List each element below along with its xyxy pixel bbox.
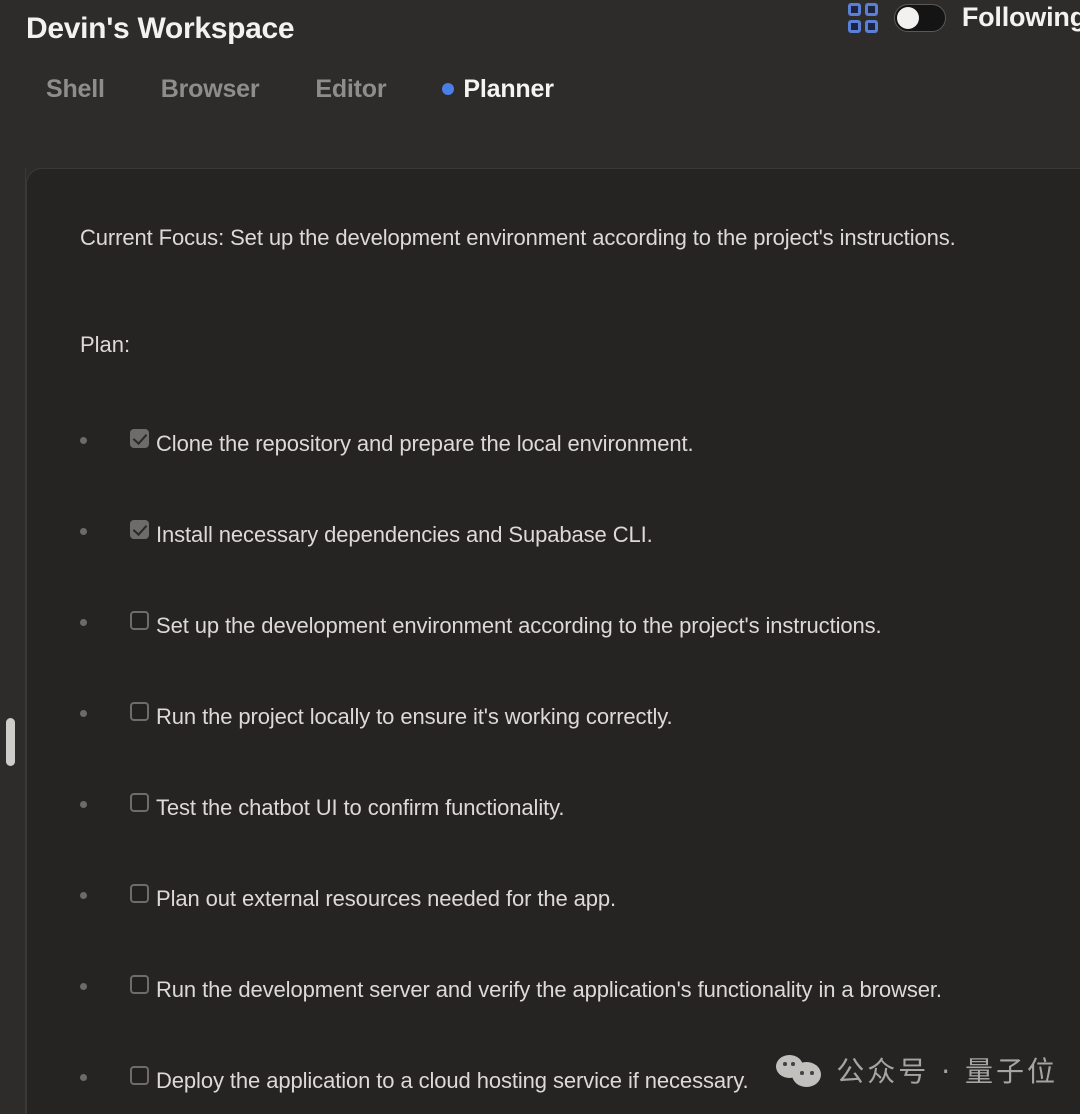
task-label: Clone the repository and prepare the loc…	[156, 431, 694, 456]
bullet-icon	[80, 1074, 87, 1081]
list-item[interactable]: Plan out external resources needed for t…	[80, 878, 1060, 920]
following-label: Following	[961, 2, 1080, 32]
grid-cell	[864, 2, 878, 16]
task-label: Run the project locally to ensure it's w…	[156, 704, 673, 729]
tab-label: Editor	[315, 74, 387, 103]
header-actions: Following	[847, 2, 1080, 33]
tab-editor[interactable]: Editor	[315, 75, 442, 104]
wechat-eye	[810, 1071, 814, 1075]
task-checkbox[interactable]	[130, 1066, 149, 1085]
task-checkbox[interactable]	[130, 702, 149, 721]
bullet-icon	[80, 528, 87, 535]
toggle-knob	[896, 6, 919, 29]
active-tab-dot-icon	[442, 83, 455, 95]
workspace-tabs: Shell Browser Editor Planner	[0, 58, 1080, 120]
bullet-icon	[80, 437, 87, 444]
grid-icon[interactable]	[847, 2, 878, 33]
tab-browser[interactable]: Browser	[161, 75, 316, 104]
tab-label: Shell	[46, 74, 105, 103]
task-label: Install necessary dependencies and Supab…	[156, 522, 653, 547]
tab-label: Browser	[160, 74, 260, 103]
wechat-eye	[791, 1062, 795, 1066]
planner-content: Current Focus: Set up the development en…	[27, 169, 1080, 1102]
planner-panel: Current Focus: Set up the development en…	[26, 168, 1080, 1114]
list-item[interactable]: Run the project locally to ensure it's w…	[80, 696, 1060, 738]
list-item[interactable]: Run the development server and verify th…	[80, 969, 1060, 1011]
bullet-icon	[80, 892, 87, 899]
app-header: Devin's Workspace Following	[0, 0, 1080, 58]
tab-label: Planner	[463, 74, 554, 103]
task-checkbox[interactable]	[130, 429, 149, 448]
task-checkbox[interactable]	[130, 611, 149, 630]
scroll-handle[interactable]	[6, 718, 15, 766]
tab-planner[interactable]: Planner	[442, 74, 554, 104]
task-label: Run the development server and verify th…	[156, 977, 942, 1002]
wechat-icon	[776, 1053, 822, 1087]
bullet-icon	[80, 619, 87, 626]
task-label: Set up the development environment accor…	[156, 613, 882, 638]
list-item[interactable]: Test the chatbot UI to confirm functiona…	[80, 787, 1060, 829]
wechat-eye	[783, 1062, 787, 1066]
bullet-icon	[80, 801, 87, 808]
task-label: Deploy the application to a cloud hostin…	[156, 1068, 749, 1093]
plan-label: Plan:	[80, 332, 131, 357]
bullet-icon	[80, 983, 87, 990]
wechat-bubble-front	[792, 1062, 822, 1087]
following-toggle[interactable]	[893, 3, 946, 32]
task-checkbox[interactable]	[130, 520, 149, 539]
current-focus-text: Current Focus: Set up the development en…	[80, 225, 956, 250]
page-title: Devin's Workspace	[26, 12, 295, 45]
list-item[interactable]: Clone the repository and prepare the loc…	[80, 423, 1060, 465]
task-checkbox[interactable]	[130, 793, 149, 812]
task-checkbox[interactable]	[130, 884, 149, 903]
grid-cell	[864, 19, 878, 33]
grid-cell	[847, 2, 861, 16]
list-item[interactable]: Set up the development environment accor…	[80, 605, 1060, 647]
bullet-icon	[80, 710, 87, 717]
task-checkbox[interactable]	[130, 975, 149, 994]
list-item[interactable]: Install necessary dependencies and Supab…	[80, 514, 1060, 556]
plan-list: Clone the repository and prepare the loc…	[80, 423, 1060, 1102]
tab-shell[interactable]: Shell	[46, 75, 161, 104]
watermark: 公众号 · 量子位	[776, 1050, 1058, 1090]
wechat-eye	[800, 1071, 804, 1075]
grid-cell	[847, 19, 861, 33]
task-label: Plan out external resources needed for t…	[156, 886, 617, 911]
watermark-label: 公众号 · 量子位	[836, 1055, 1058, 1088]
task-label: Test the chatbot UI to confirm functiona…	[156, 795, 565, 820]
